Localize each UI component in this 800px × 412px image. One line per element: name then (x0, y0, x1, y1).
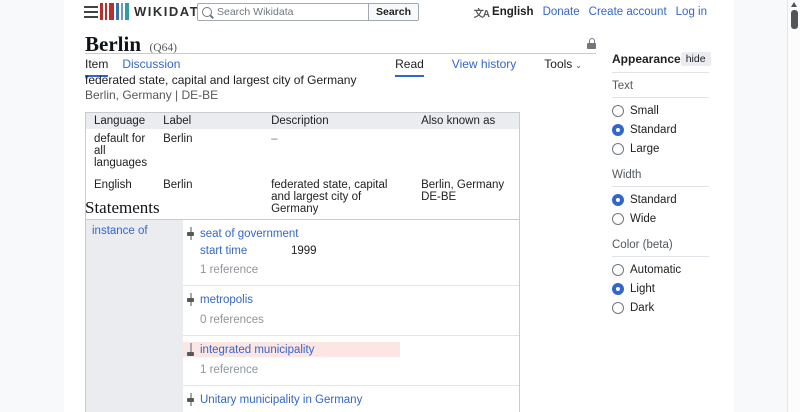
wikidata-barcode-icon (100, 3, 129, 20)
text-section-label: Text (612, 73, 709, 98)
references-toggle[interactable]: 0 references (183, 314, 519, 326)
radio-color-light[interactable]: Light (612, 283, 709, 295)
statement-value-link[interactable]: Unitary municipality in Germany (200, 394, 362, 406)
references-toggle[interactable]: 1 reference (183, 264, 519, 276)
statement-values: seat of government start time 1999 1 ref… (183, 220, 519, 412)
header-user-links: 文A English Donate Create account Log in (474, 0, 707, 24)
statement-group-instance-of: instance of seat of government start tim… (85, 219, 520, 412)
hide-appearance-button[interactable]: hide (681, 52, 711, 66)
col-language: Language (86, 113, 156, 130)
search-button[interactable]: Search (369, 3, 419, 21)
main-snak: metropolis (183, 292, 519, 307)
content-sheet: WIKIDATA Search 文A English Donate Create… (64, 0, 734, 412)
radio-selected-icon[interactable] (612, 194, 624, 206)
statement-value-link[interactable]: seat of government (200, 228, 298, 240)
entity-description: federated state, capital and largest cit… (85, 74, 545, 87)
log-in-link[interactable]: Log in (676, 6, 707, 18)
vertical-scrollbar[interactable] (787, 0, 800, 412)
rank-selector-icon[interactable] (187, 227, 194, 240)
entity-summary: federated state, capital and largest cit… (85, 74, 545, 102)
radio-width-wide[interactable]: Wide (612, 213, 709, 225)
top-header: WIKIDATA Search 文A English Donate Create… (64, 0, 734, 26)
terms-header-row: Language Label Description Also known as (86, 113, 520, 130)
rank-selector-icon[interactable] (187, 393, 194, 406)
statement-value-link[interactable]: metropolis (200, 294, 253, 306)
radio-color-automatic[interactable]: Automatic (612, 264, 709, 276)
col-description: Description (263, 113, 413, 130)
radio-width-standard[interactable]: Standard (612, 194, 709, 206)
radio-icon[interactable] (612, 264, 624, 276)
term-description: – (263, 129, 413, 175)
main-snak-deprecated: integrated municipality (183, 342, 400, 357)
radio-selected-icon[interactable] (612, 124, 624, 136)
table-row: default for all languages Berlin – (86, 129, 520, 175)
term-label: Berlin (155, 175, 263, 222)
main-snak: Unitary municipality in Germany (183, 392, 519, 407)
rank-selector-icon[interactable] (187, 293, 194, 306)
radio-icon[interactable] (612, 143, 624, 155)
statement-row: seat of government start time 1999 1 ref… (183, 220, 519, 286)
search-input[interactable] (217, 6, 364, 18)
radio-color-dark[interactable]: Dark (612, 302, 709, 314)
create-account-link[interactable]: Create account (589, 6, 667, 18)
wikidata-page: WIKIDATA Search 文A English Donate Create… (0, 0, 800, 412)
references-toggle[interactable]: 1 reference (183, 364, 519, 376)
statement-row: Unitary municipality in Germany 1 refere… (183, 386, 519, 412)
radio-icon[interactable] (612, 302, 624, 314)
radio-text-small[interactable]: Small (612, 105, 709, 117)
language-label: English (492, 6, 534, 18)
main-snak: seat of government (183, 226, 519, 241)
col-aka: Also known as (413, 113, 519, 130)
radio-text-standard[interactable]: Standard (612, 124, 709, 136)
chevron-down-icon: ⌄ (575, 61, 582, 70)
language-selector[interactable]: 文A English (474, 5, 534, 20)
property-link[interactable]: instance of (92, 225, 148, 237)
hamburger-menu-icon[interactable] (84, 6, 98, 18)
language-icon: 文A (474, 5, 489, 20)
statement-property-cell: instance of (86, 220, 183, 412)
search-field-wrap (197, 3, 369, 21)
rank-selector-deprecated-icon[interactable] (187, 343, 194, 356)
scroll-up-arrow[interactable] (791, 2, 797, 7)
width-section-label: Width (612, 162, 709, 187)
protection-lock-icon (587, 38, 596, 49)
scrollbar-thumb[interactable] (791, 10, 798, 29)
col-label: Label (155, 113, 263, 130)
wikidata-logo[interactable]: WIKIDATA (100, 3, 209, 20)
term-label: Berlin (155, 129, 263, 175)
statement-value-link[interactable]: integrated municipality (200, 344, 314, 356)
term-aka: Berlin, Germany DE-BE (413, 175, 519, 222)
statements-heading: Statements (85, 198, 160, 218)
entity-aliases: Berlin, Germany | DE-BE (85, 89, 545, 102)
appearance-title: Appearance (612, 52, 681, 66)
donate-link[interactable]: Donate (543, 6, 580, 18)
qualifier-value: 1999 (291, 245, 317, 257)
title-divider (85, 53, 596, 54)
radio-icon[interactable] (612, 213, 624, 225)
color-section-label: Color (beta) (612, 232, 709, 257)
radio-text-large[interactable]: Large (612, 143, 709, 155)
term-aka (413, 129, 519, 175)
statement-row: integrated municipality 1 reference (183, 336, 519, 386)
appearance-header: Appearance hide (612, 52, 709, 73)
radio-selected-icon[interactable] (612, 283, 624, 295)
term-description: federated state, capital and largest cit… (263, 175, 413, 222)
tools-menu[interactable]: Tools⌄ (544, 57, 582, 77)
radio-icon[interactable] (612, 105, 624, 117)
term-language: default for all languages (86, 129, 156, 175)
appearance-panel: Appearance hide Text Small Standard Larg… (612, 52, 709, 321)
search-bar: Search (197, 3, 419, 21)
qualifier-property-link[interactable]: start time (200, 245, 291, 257)
statement-row: metropolis 0 references (183, 286, 519, 336)
search-icon (202, 7, 212, 17)
qualifier: start time 1999 (183, 245, 519, 257)
